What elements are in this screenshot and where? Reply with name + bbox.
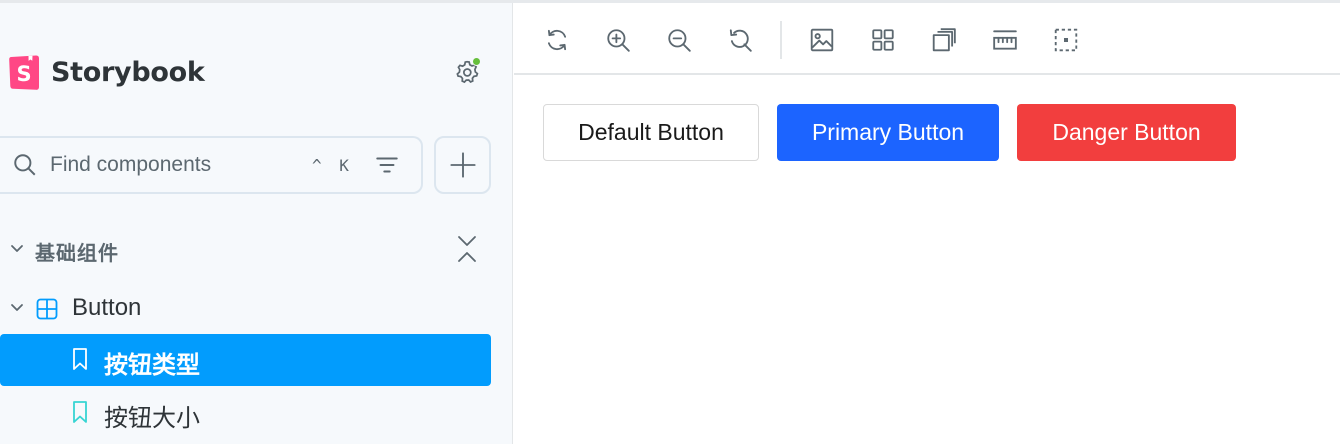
sidebar-story-sizes[interactable]: 按钮大小: [0, 387, 491, 439]
svg-text:S: S: [16, 62, 31, 86]
zoom-in-icon: [607, 29, 630, 52]
preview-toolbar: [514, 3, 1340, 75]
plus-icon: [449, 152, 476, 178]
sidebar-story-types[interactable]: 按钮类型: [0, 334, 491, 386]
zoom-out-button[interactable]: [662, 23, 696, 57]
search-shortcut: ^ K: [312, 155, 353, 175]
background-icon: [810, 28, 834, 52]
brand[interactable]: S Storybook: [8, 52, 205, 92]
remount-icon: [547, 29, 567, 51]
search-icon: [14, 154, 36, 176]
sidebar-item-label: Button: [72, 294, 142, 321]
sidebar-story-label: 按钮类型: [104, 351, 200, 379]
component-icon: [36, 298, 58, 320]
primary-button[interactable]: Primary Button: [777, 104, 999, 161]
filter-icon[interactable]: [374, 152, 400, 178]
zoom-out-icon: [668, 29, 691, 52]
settings-button[interactable]: [450, 55, 484, 89]
sidebar-group-label: 基础组件: [35, 241, 119, 265]
preview-canvas: Default Button Primary Button Danger But…: [514, 75, 1340, 444]
outline-icon: [1054, 28, 1078, 52]
outline-button[interactable]: [1049, 23, 1083, 57]
search-input[interactable]: [50, 153, 300, 177]
grid-button[interactable]: [866, 23, 900, 57]
search-box[interactable]: ^ K: [0, 136, 423, 194]
toolbar-divider: [780, 21, 782, 59]
default-button[interactable]: Default Button: [543, 104, 759, 161]
sidebar-story-label: 按钮大小: [104, 404, 200, 432]
background-button[interactable]: [805, 23, 839, 57]
viewport-icon: [932, 28, 956, 52]
chevron-down-icon: [11, 245, 23, 252]
chevron-down-icon: [11, 304, 23, 311]
bookmark-icon: [73, 401, 87, 423]
viewport-button[interactable]: [927, 23, 961, 57]
sidebar: S Storybook ^ K 基础组件: [0, 3, 513, 444]
collapse-all-icon[interactable]: [452, 233, 482, 265]
bookmark-icon: [73, 348, 87, 370]
zoom-in-button[interactable]: [601, 23, 635, 57]
create-story-button[interactable]: [434, 136, 491, 194]
measure-button[interactable]: [988, 23, 1022, 57]
danger-button[interactable]: Danger Button: [1017, 104, 1236, 161]
status-dot: [472, 57, 481, 66]
zoom-reset-button[interactable]: [723, 23, 757, 57]
sidebar-item-button[interactable]: Button: [0, 286, 513, 330]
storybook-logo-icon: S: [9, 54, 39, 90]
zoom-reset-icon: [729, 29, 752, 52]
remount-button[interactable]: [540, 23, 574, 57]
measure-icon: [993, 30, 1017, 50]
sidebar-group-basic[interactable]: 基础组件: [0, 227, 513, 271]
brand-name: Storybook: [51, 56, 205, 88]
grid-icon: [872, 29, 894, 51]
